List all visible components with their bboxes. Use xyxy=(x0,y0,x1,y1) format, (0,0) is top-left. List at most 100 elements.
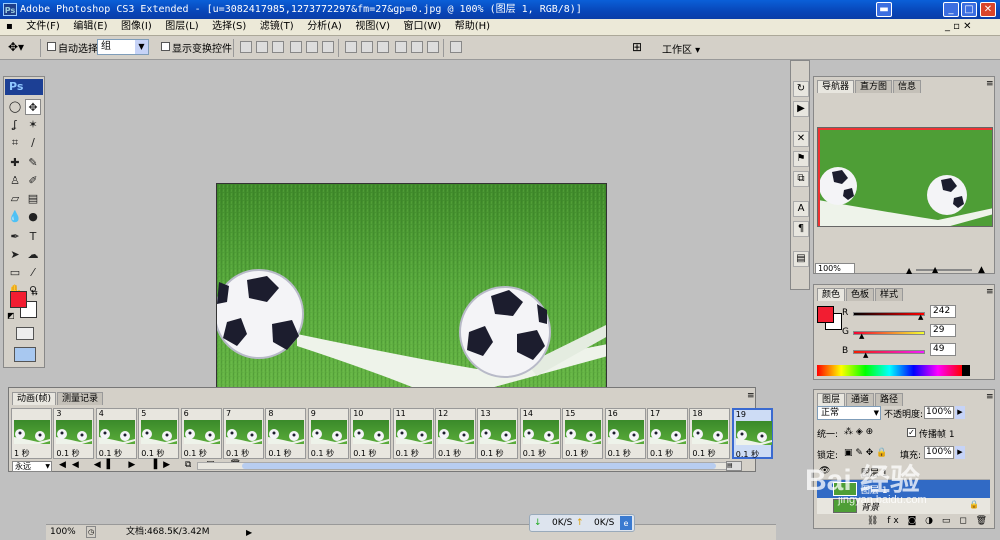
menu-filter[interactable]: 滤镜(T) xyxy=(255,19,299,35)
type-tool-icon[interactable]: T xyxy=(25,229,41,245)
crop-tool-icon[interactable]: ⌗ xyxy=(7,135,23,151)
tab-color[interactable]: 颜色 xyxy=(817,288,846,301)
panel-menu-icon[interactable]: ≡ xyxy=(747,391,755,401)
tab-layers[interactable]: 图层 xyxy=(817,393,846,406)
zoom-slider-thumb[interactable]: ▲ xyxy=(932,265,938,274)
document-canvas[interactable] xyxy=(216,183,607,388)
animation-frame[interactable]: 9 0.1 秒 xyxy=(307,408,349,459)
r-value-field[interactable]: 242 xyxy=(930,305,956,318)
frame-delay[interactable]: 0.1 秒 xyxy=(184,448,207,459)
zoom-out-icon[interactable]: ▲ xyxy=(906,266,912,275)
default-colors-icon[interactable]: ◩ xyxy=(7,311,15,320)
clone-source-icon[interactable]: ⧉ xyxy=(793,171,809,187)
character-icon[interactable]: A xyxy=(793,201,809,217)
opacity-field[interactable]: 100% xyxy=(924,406,954,419)
navigator-zoom-field[interactable]: 100% xyxy=(815,263,855,274)
brushes-icon[interactable]: ⚑ xyxy=(793,151,809,167)
tab-info[interactable]: 信息 xyxy=(893,80,922,93)
doc-window-controls[interactable]: _ ▫ ✕ xyxy=(945,21,972,32)
actions-icon[interactable]: ▶ xyxy=(793,101,809,117)
zoom-in-icon[interactable]: ▲ xyxy=(978,265,985,275)
tab-animation-frames[interactable]: 动画(帧) xyxy=(12,392,57,405)
menu-layer[interactable]: 图层(L) xyxy=(160,19,203,35)
animation-frame[interactable]: 12 0.1 秒 xyxy=(435,408,476,459)
navigator-thumbnail[interactable] xyxy=(817,127,993,227)
eyedropper-icon[interactable]: ⁄ xyxy=(25,265,41,281)
animation-frame[interactable]: 11 0.1 秒 xyxy=(392,408,434,459)
panel-menu-icon[interactable]: ≡ xyxy=(986,287,994,297)
distribute-left-icon[interactable] xyxy=(395,41,407,53)
frame-delay[interactable]: 0.1 秒 xyxy=(56,448,79,459)
frame-delay[interactable]: 0.1 秒 xyxy=(565,448,588,459)
tab-measurement-log[interactable]: 测量记录 xyxy=(57,392,104,405)
propagate-checkbox[interactable]: ✓ xyxy=(907,428,916,437)
menu-edit[interactable]: 编辑(E) xyxy=(68,19,112,35)
align-left-icon[interactable] xyxy=(290,41,302,53)
align-top-icon[interactable] xyxy=(240,41,252,53)
tab-swatches[interactable]: 色板 xyxy=(846,288,875,301)
distribute-hcenter-icon[interactable] xyxy=(411,41,423,53)
animation-frame[interactable]: 6 0.1 秒 xyxy=(180,408,222,459)
pen-tool-icon[interactable]: ✒ xyxy=(7,229,23,245)
swap-colors-icon[interactable]: ⇆ xyxy=(31,288,38,297)
eraser-tool-icon[interactable]: ▱ xyxy=(7,191,23,207)
animation-frame[interactable]: 16 0.1 秒 xyxy=(604,408,646,459)
fill-field[interactable]: 100% xyxy=(924,446,954,459)
animation-frame[interactable]: 1 秒 xyxy=(11,408,52,459)
frames-scrollbar[interactable] xyxy=(197,462,737,470)
close-button[interactable]: ✕ xyxy=(980,2,996,17)
scrollbar-thumb[interactable] xyxy=(242,463,716,469)
tab-paths[interactable]: 路径 xyxy=(875,393,904,406)
b-value-field[interactable]: 49 xyxy=(930,343,956,356)
animation-frame[interactable]: 10 0.1 秒 xyxy=(350,408,392,459)
animation-frame[interactable]: 7 0.1 秒 xyxy=(223,408,264,459)
animation-frame[interactable]: 17 0.1 秒 xyxy=(647,408,688,459)
distribute-right-icon[interactable] xyxy=(427,41,439,53)
maximize-button[interactable]: □ xyxy=(961,2,977,17)
frame-delay[interactable]: 0.1 秒 xyxy=(692,448,715,459)
net-speed-widget[interactable]: ↓ 0K/S ↑ 0K/S e xyxy=(529,514,635,532)
align-vcenter-icon[interactable] xyxy=(256,41,268,53)
notes-tool-icon[interactable]: ▭ xyxy=(7,265,23,281)
fill-arrow-icon[interactable]: ▶ xyxy=(955,446,965,459)
tab-histogram[interactable]: 直方图 xyxy=(855,80,893,93)
blur-tool-icon[interactable]: 💧 xyxy=(7,209,23,225)
animation-frame[interactable]: 3 0.1 秒 xyxy=(53,408,95,459)
unify-icons[interactable]: ⁂ ◈ ⊕ xyxy=(844,427,873,437)
tab-navigator[interactable]: 导航器 xyxy=(817,80,855,93)
workspace-button[interactable]: 工作区 ▾ xyxy=(662,41,700,56)
frame-delay[interactable]: 0.1 秒 xyxy=(99,448,122,459)
r-slider[interactable] xyxy=(853,312,925,316)
menu-help[interactable]: 帮助(H) xyxy=(450,19,495,35)
layer-actions[interactable]: ⛓ fx ◙ ◑ ▭ ◻ 🗑 xyxy=(817,516,990,528)
distribute-bottom-icon[interactable] xyxy=(377,41,389,53)
g-value-field[interactable]: 29 xyxy=(930,324,956,337)
panel-menu-icon[interactable]: ≡ xyxy=(986,392,994,402)
distribute-top-icon[interactable] xyxy=(345,41,357,53)
color-ramp[interactable] xyxy=(817,365,962,376)
frame-delay[interactable]: 0.1 秒 xyxy=(353,448,376,459)
quick-mask-icon[interactable] xyxy=(16,327,34,340)
frame-delay[interactable]: 0.1 秒 xyxy=(608,448,631,459)
lasso-tool-icon[interactable]: ʆ xyxy=(7,117,23,133)
animation-frame[interactable]: 14 0.1 秒 xyxy=(519,408,561,459)
menu-view[interactable]: 视图(V) xyxy=(350,19,395,35)
help-button[interactable]: ▬ xyxy=(876,2,892,17)
menu-analysis[interactable]: 分析(A) xyxy=(302,19,347,35)
frame-delay[interactable]: 1 秒 xyxy=(14,448,30,459)
auto-align-icon[interactable] xyxy=(450,41,462,53)
frame-delay[interactable]: 0.1 秒 xyxy=(480,448,503,459)
g-slider-thumb[interactable]: ▲ xyxy=(859,332,864,340)
move-tool-preset-icon[interactable]: ✥▾ xyxy=(8,40,24,54)
layer-comps-icon[interactable]: ▤ xyxy=(793,251,809,267)
frame-delay[interactable]: 0.1 秒 xyxy=(523,448,546,459)
animation-frame[interactable]: 4 0.1 秒 xyxy=(95,408,137,459)
paragraph-icon[interactable]: ¶ xyxy=(793,221,809,237)
status-icon[interactable]: ◷ xyxy=(86,526,96,538)
animation-frame[interactable]: 13 0.1 秒 xyxy=(477,408,519,459)
menu-file[interactable]: 文件(F) xyxy=(21,19,65,35)
menu-window[interactable]: 窗口(W) xyxy=(399,19,447,35)
distribute-vcenter-icon[interactable] xyxy=(361,41,373,53)
r-slider-thumb[interactable]: ▲ xyxy=(918,313,923,321)
zoom-slider[interactable] xyxy=(916,269,972,271)
